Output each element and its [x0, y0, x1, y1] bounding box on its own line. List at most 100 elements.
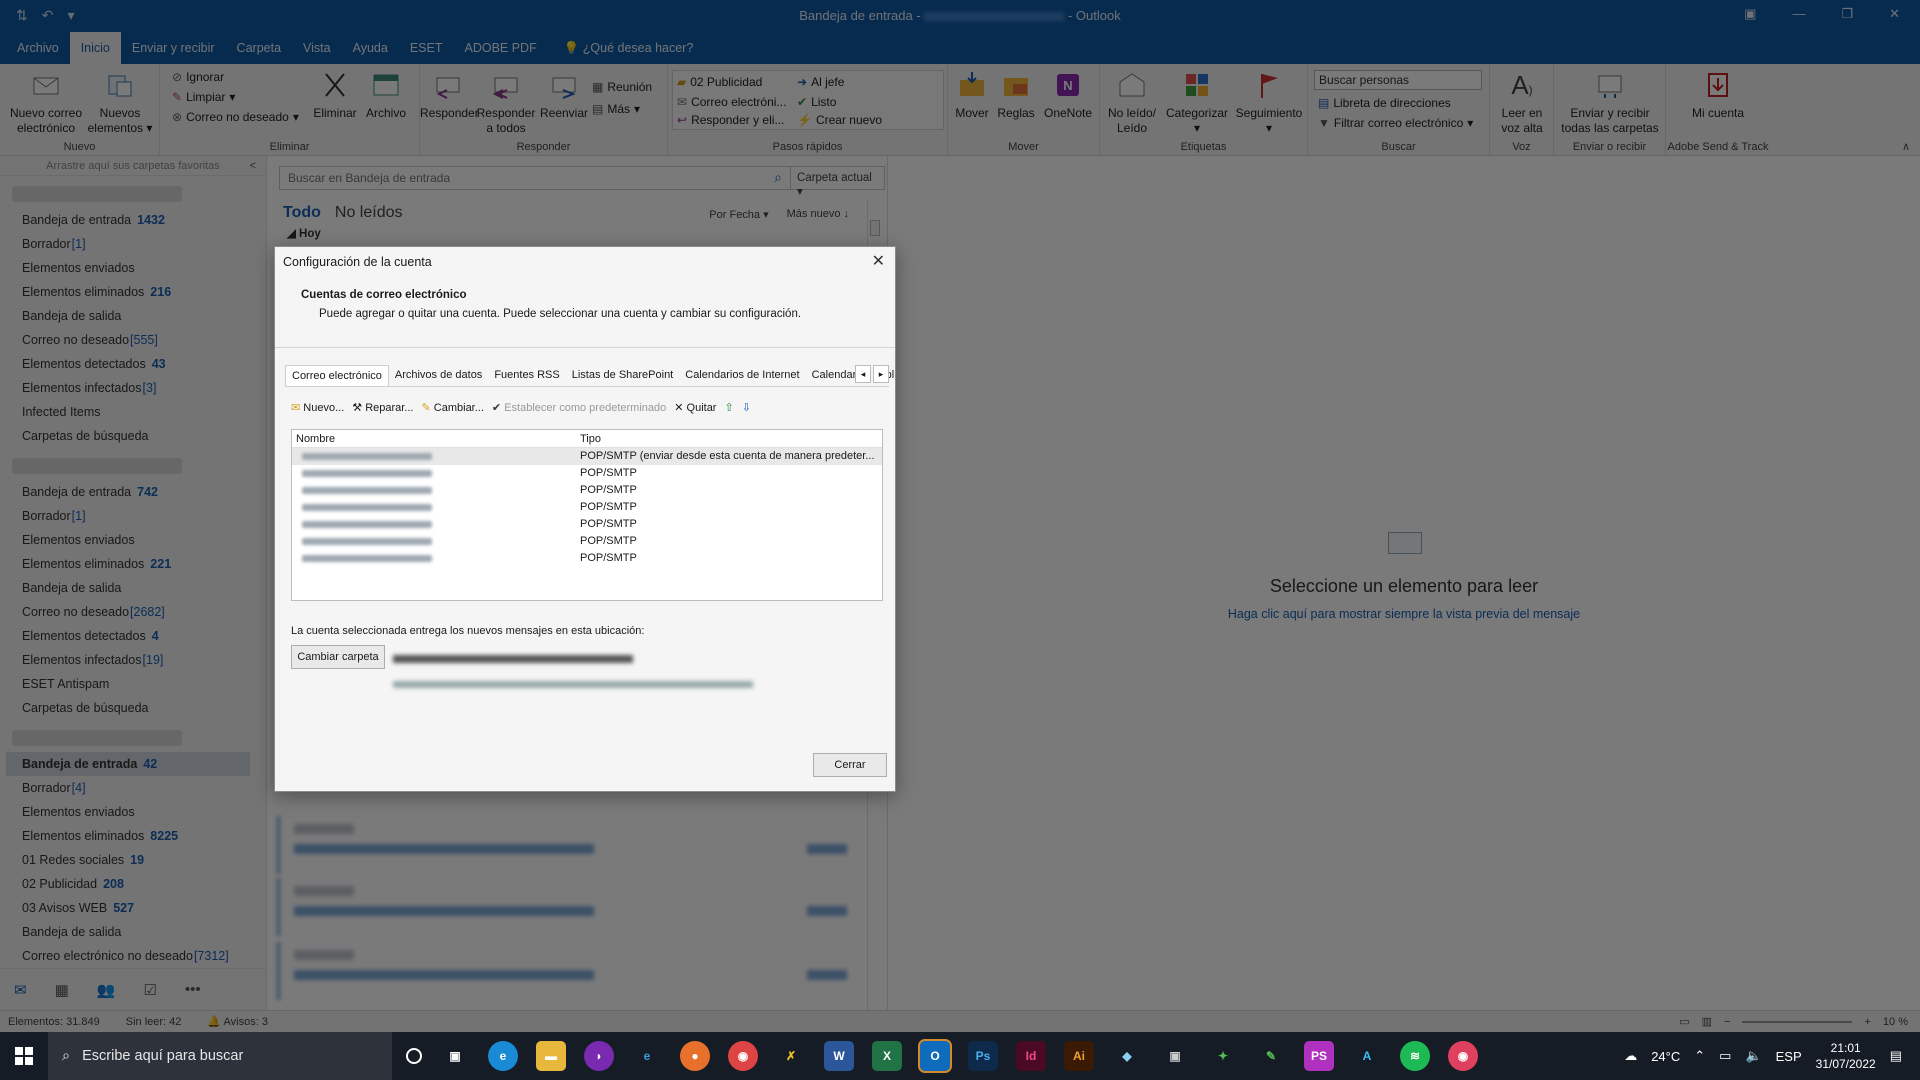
reminders[interactable]: 🔔 Avisos: 3	[207, 1015, 268, 1028]
folder-item[interactable]: Carpetas de búsqueda	[0, 424, 266, 448]
app-icon[interactable]: A	[1352, 1041, 1382, 1071]
folder-item[interactable]: Elementos enviados	[0, 800, 266, 824]
folder-item[interactable]: Elementos infectados[3]	[0, 376, 266, 400]
account-header-2[interactable]	[12, 458, 182, 474]
folder-item[interactable]: Elementos detectados 43	[0, 352, 266, 376]
zoom-slider[interactable]	[1742, 1020, 1853, 1023]
notifications-icon[interactable]: ▤	[1890, 1048, 1902, 1064]
people-icon[interactable]: 👥	[97, 981, 116, 999]
folder-item[interactable]: Elementos enviados	[0, 256, 266, 280]
indesign-icon[interactable]: Id	[1016, 1041, 1046, 1071]
more-button[interactable]: ▤ Más ▾	[592, 102, 640, 116]
tab-adobe-pdf[interactable]: ADOBE PDF	[453, 32, 547, 64]
change-folder-button[interactable]: Cambiar carpeta	[291, 645, 385, 669]
folder-item[interactable]: Correo no deseado[2682]	[0, 600, 266, 624]
folder-item[interactable]: Carpetas de búsqueda	[0, 696, 266, 720]
tab-enviar-recibir[interactable]: Enviar y recibir	[121, 32, 226, 64]
read-aloud-button[interactable]: A) Leer en voz alta	[1494, 70, 1550, 136]
archive-button[interactable]: Archivo	[360, 70, 412, 121]
junk-button[interactable]: ⊗ Correo no deseado ▾	[172, 110, 299, 124]
file-explorer-icon[interactable]: ▬	[536, 1041, 566, 1071]
photoshop-icon[interactable]: Ps	[968, 1041, 998, 1071]
new-account-button[interactable]: ✉ Nuevo...	[291, 401, 344, 414]
reading-view-icon[interactable]: ▥	[1702, 1015, 1712, 1028]
unread-read-button[interactable]: No leído/ Leído	[1102, 70, 1162, 136]
set-default-button[interactable]: ✔ Establecer como predeterminado	[492, 401, 666, 414]
zoom-in-icon[interactable]: +	[1864, 1016, 1870, 1028]
qs-crear[interactable]: ⚡ Crear nuevo	[797, 113, 882, 127]
qs-publicidad[interactable]: ▰ 02 Publicidad	[677, 75, 762, 89]
calendar-icon[interactable]: ▦	[55, 981, 69, 999]
collapse-pane-icon[interactable]: <	[250, 156, 256, 176]
tab-sharepoint[interactable]: Listas de SharePoint	[566, 365, 680, 386]
close-button[interactable]: Cerrar	[813, 753, 887, 777]
volume-icon[interactable]: 🔈	[1745, 1048, 1761, 1064]
tab-todo[interactable]: Todo	[283, 204, 321, 222]
ribbon-options-icon[interactable]: ▣	[1744, 6, 1756, 22]
edge-icon[interactable]: e	[488, 1041, 518, 1071]
weather-icon[interactable]: ☁	[1624, 1048, 1637, 1064]
clock[interactable]: 21:01 31/07/2022	[1816, 1040, 1876, 1072]
tab-calendarios-internet[interactable]: Calendarios de Internet	[679, 365, 805, 386]
zoom-out-icon[interactable]: −	[1724, 1016, 1730, 1028]
send-receive-all-button[interactable]: Enviar y recibir todas las carpetas	[1558, 70, 1662, 136]
folder-item[interactable]: Infected Items	[0, 400, 266, 424]
folder-item[interactable]: Bandeja de salida	[0, 576, 266, 600]
tab-eset[interactable]: ESET	[399, 32, 454, 64]
reply-all-button[interactable]: Responder a todos	[476, 70, 536, 136]
new-items-button[interactable]: Nuevos elementos ▾	[84, 70, 156, 136]
folder-item[interactable]: 02 Publicidad 208	[0, 872, 266, 896]
list-item[interactable]	[277, 816, 867, 874]
tab-rss[interactable]: Fuentes RSS	[488, 365, 565, 386]
always-preview-link[interactable]: Haga clic aquí para mostrar siempre la v…	[888, 607, 1920, 621]
table-row[interactable]: POP/SMTP	[292, 516, 882, 533]
normal-view-icon[interactable]: ▭	[1679, 1015, 1689, 1028]
filter-email-button[interactable]: ▼ Filtrar correo electrónico ▾	[1318, 116, 1473, 130]
tab-inicio[interactable]: Inicio	[69, 32, 121, 64]
my-account-button[interactable]: Mi cuenta	[1670, 70, 1766, 121]
reply-button[interactable]: Responder	[420, 70, 479, 121]
folder-item[interactable]: Bandeja de entrada 42	[6, 752, 250, 776]
app-icon[interactable]: ✎	[1256, 1041, 1286, 1071]
move-button[interactable]: Mover	[950, 70, 994, 121]
zoom-level[interactable]: 10 %	[1883, 1016, 1908, 1028]
col-tipo[interactable]: Tipo	[580, 433, 601, 445]
illustrator-icon[interactable]: Ai	[1064, 1041, 1094, 1071]
collapse-ribbon-icon[interactable]: ∧	[1902, 140, 1910, 153]
tab-next-icon[interactable]: ▸	[873, 365, 889, 383]
taskbar-search[interactable]: ⌕ Escribe aquí para buscar	[48, 1032, 392, 1080]
table-row[interactable]: POP/SMTP	[292, 465, 882, 482]
table-row[interactable]: POP/SMTP	[292, 550, 882, 567]
folder-item[interactable]: Elementos enviados	[0, 528, 266, 552]
repair-button[interactable]: ⚒ Reparar...	[352, 401, 413, 414]
tab-no-leidos[interactable]: No leídos	[335, 204, 403, 222]
app-icon[interactable]: ◆	[1112, 1041, 1142, 1071]
categorize-button[interactable]: Categorizar ▾	[1162, 70, 1232, 136]
search-people-input[interactable]: Buscar personas	[1314, 70, 1482, 90]
folder-item[interactable]: Correo no deseado[555]	[0, 328, 266, 352]
sort-by-dropdown[interactable]: Por Fecha ▾	[709, 208, 768, 221]
address-book-button[interactable]: ▤ Libreta de direcciones	[1318, 96, 1451, 110]
minimize-button[interactable]: —	[1792, 6, 1805, 22]
firefox-icon[interactable]: ●	[680, 1041, 710, 1071]
move-up-icon[interactable]: ⇧	[724, 401, 733, 414]
search-icon[interactable]: ⌕	[774, 169, 782, 186]
new-email-button[interactable]: Nuevo correo electrónico	[6, 70, 86, 136]
move-down-icon[interactable]: ⇩	[742, 401, 751, 414]
group-header-today[interactable]: ◢ Hoy	[287, 226, 321, 240]
tab-correo[interactable]: Correo electrónico	[285, 365, 389, 386]
account-header-3[interactable]	[12, 730, 182, 746]
search-scope-dropdown[interactable]: Carpeta actual ▾	[791, 166, 885, 198]
col-nombre[interactable]: Nombre	[296, 433, 335, 445]
tab-prev-icon[interactable]: ◂	[855, 365, 871, 383]
folder-item[interactable]: 03 Avisos WEB 527	[0, 896, 266, 920]
tab-carpeta[interactable]: Carpeta	[226, 32, 292, 64]
table-row[interactable]: POP/SMTP	[292, 482, 882, 499]
scroll-thumb[interactable]	[870, 220, 880, 236]
folder-item[interactable]: Borrador[4]	[0, 776, 266, 800]
change-button[interactable]: ✎ Cambiar...	[422, 401, 484, 414]
tab-archivo[interactable]: Archivo	[6, 32, 70, 64]
qs-al-jefe[interactable]: ➜ Al jefe	[797, 75, 844, 89]
folder-item[interactable]: Borrador[1]	[0, 504, 266, 528]
app-icon[interactable]: ✦	[1208, 1041, 1238, 1071]
